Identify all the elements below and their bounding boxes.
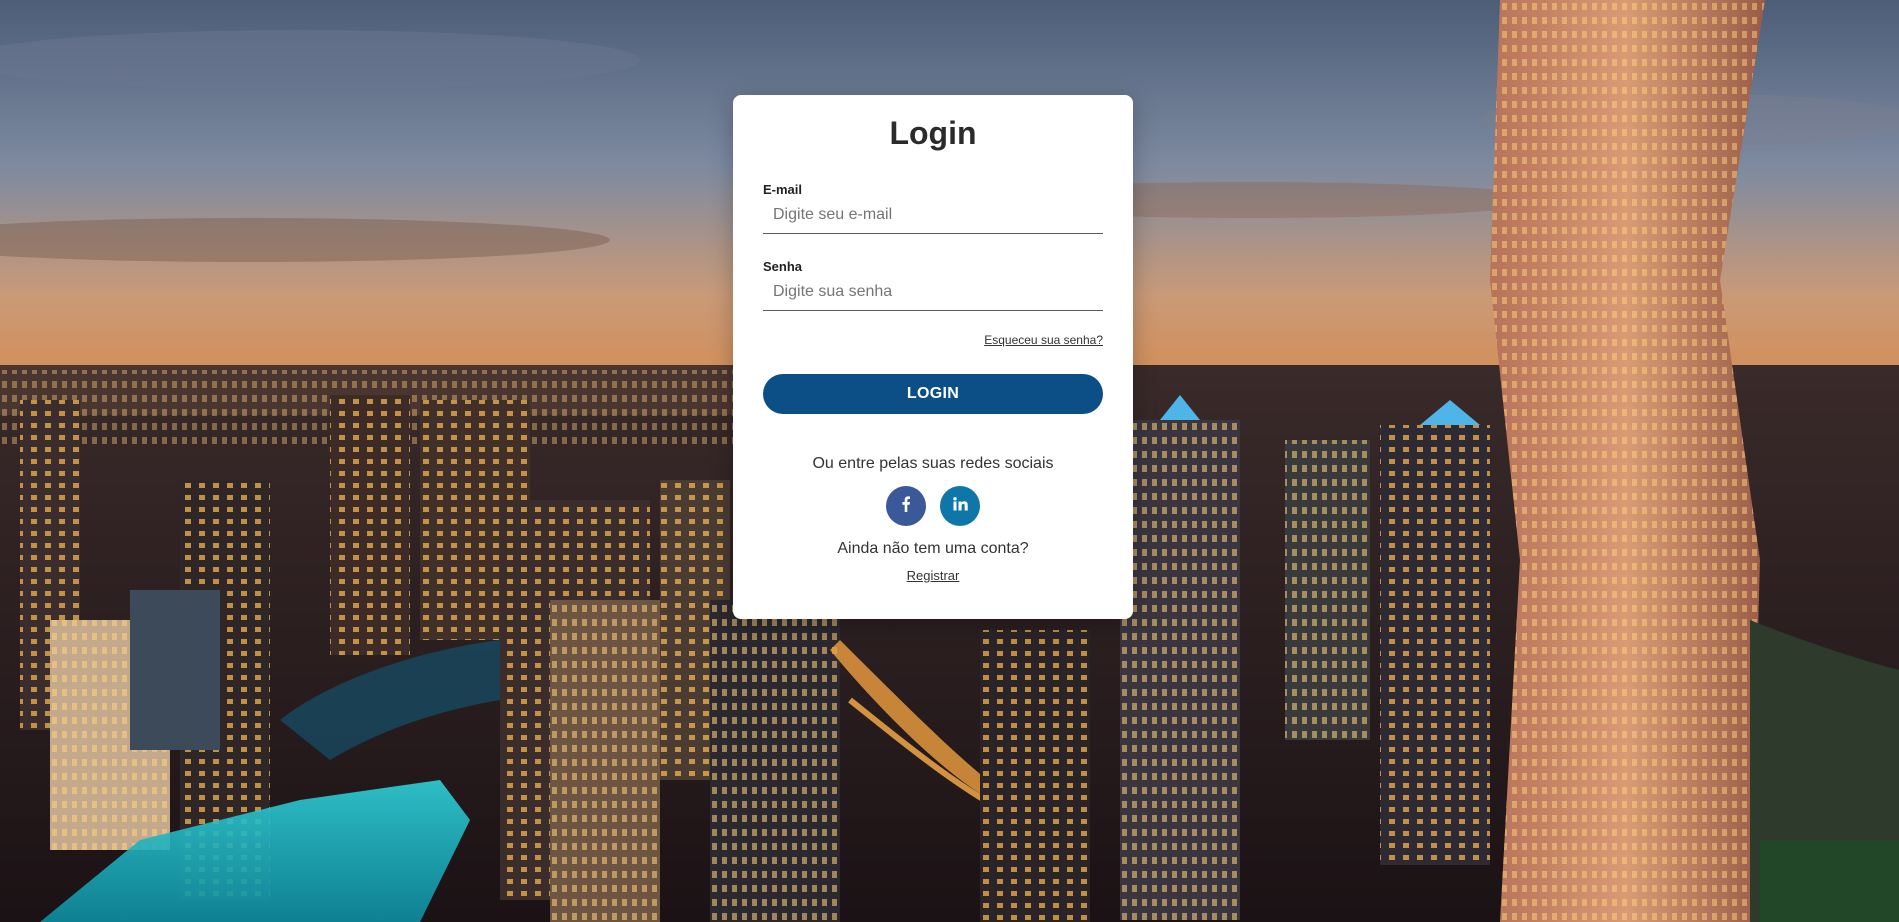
register-link[interactable]: Registrar [907, 568, 960, 583]
linkedin-icon [952, 496, 968, 517]
social-login-text: Ou entre pelas suas redes sociais [812, 455, 1054, 472]
facebook-button[interactable] [886, 486, 926, 526]
email-label: E-mail [763, 182, 803, 197]
forgot-password-link[interactable]: Esqueceu sua senha? [984, 333, 1103, 347]
register-row: Registrar [763, 568, 1103, 584]
password-label: Senha [763, 259, 803, 274]
email-field-group: E-mail [763, 182, 1103, 234]
password-field-group: Senha [763, 259, 1103, 311]
login-button[interactable]: LOGIN [763, 374, 1103, 414]
facebook-icon [898, 495, 914, 517]
password-input[interactable] [763, 274, 1103, 311]
login-title: Login [889, 115, 977, 151]
signup-prompt: Ainda não tem uma conta? [837, 540, 1029, 557]
forgot-password-row: Esqueceu sua senha? [763, 332, 1103, 347]
social-buttons [763, 486, 1103, 526]
linkedin-button[interactable] [940, 486, 980, 526]
email-input[interactable] [763, 197, 1103, 234]
login-card: Login E-mail Senha Esqueceu sua senha? L… [733, 95, 1133, 619]
